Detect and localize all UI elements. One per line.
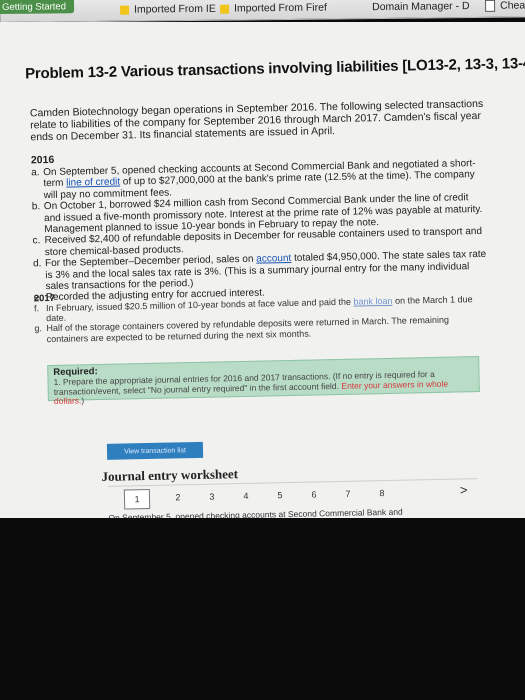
required-instructions-end: ) bbox=[81, 395, 85, 406]
bookmark-imported-from-ie[interactable]: Imported From IE bbox=[120, 1, 216, 18]
folder-icon bbox=[220, 4, 230, 14]
page-button-1[interactable]: 1 bbox=[123, 488, 151, 510]
transaction-letter: c. bbox=[32, 235, 41, 247]
page-button-6[interactable]: 6 bbox=[302, 485, 326, 503]
transaction-letter: g. bbox=[34, 323, 43, 334]
page-button-2[interactable]: 2 bbox=[166, 488, 190, 506]
glossary-link[interactable]: line of credit bbox=[66, 177, 120, 189]
bookmark-label: Domain Manager - D bbox=[372, 0, 470, 14]
bookmarks-bar: Getting Started Imported From IE Importe… bbox=[0, 0, 525, 23]
glossary-link[interactable]: bank loan bbox=[353, 296, 392, 307]
page-button-3[interactable]: 3 bbox=[200, 487, 224, 505]
folder-icon bbox=[120, 5, 130, 15]
transaction-letter: b. bbox=[31, 201, 41, 213]
page-button-5[interactable]: 5 bbox=[268, 486, 292, 504]
transactions-2017: f. In February, issued $20.5 million of 1… bbox=[34, 294, 490, 344]
page-icon bbox=[485, 0, 496, 12]
bookmark-label: Imported From IE bbox=[134, 2, 216, 16]
problem-title: Problem 13-2 Various transactions involv… bbox=[24, 54, 525, 83]
bookmark-imported-from-firefox[interactable]: Imported From Firef bbox=[220, 0, 327, 17]
page-button-7[interactable]: 7 bbox=[336, 485, 360, 503]
transaction-letter: f. bbox=[33, 303, 40, 314]
bookmark-cheap[interactable]: Cheap bbox=[485, 0, 525, 14]
bookmark-label: Imported From Firef bbox=[234, 1, 327, 15]
transaction-letter: d. bbox=[32, 258, 42, 270]
transactions-2016: a. On September 5, opened checking accoun… bbox=[31, 158, 489, 304]
page-button-4[interactable]: 4 bbox=[234, 487, 258, 505]
next-page-chevron-icon[interactable]: > bbox=[460, 482, 468, 497]
view-transaction-list-button[interactable]: View transaction list bbox=[106, 441, 204, 460]
page-button-8[interactable]: 8 bbox=[370, 484, 394, 502]
bookmark-label: Getting Started bbox=[2, 0, 67, 13]
bookmark-getting-started[interactable]: Getting Started bbox=[0, 0, 75, 15]
problem-page: Problem 13-2 Various transactions involv… bbox=[0, 22, 525, 518]
glossary-link[interactable]: account bbox=[256, 253, 291, 265]
journal-entry-worksheet-title: Journal entry worksheet bbox=[101, 466, 239, 484]
problem-intro: Camden Biotechnology began operations in… bbox=[29, 97, 484, 144]
year-heading-2016: 2016 bbox=[30, 153, 55, 167]
required-text: 1. Prepare the appropriate journal entri… bbox=[53, 369, 474, 407]
bookmark-label: Cheap bbox=[500, 0, 525, 12]
transaction-letter: a. bbox=[31, 167, 40, 179]
bookmark-domain-manager[interactable]: Domain Manager - D bbox=[372, 0, 470, 15]
